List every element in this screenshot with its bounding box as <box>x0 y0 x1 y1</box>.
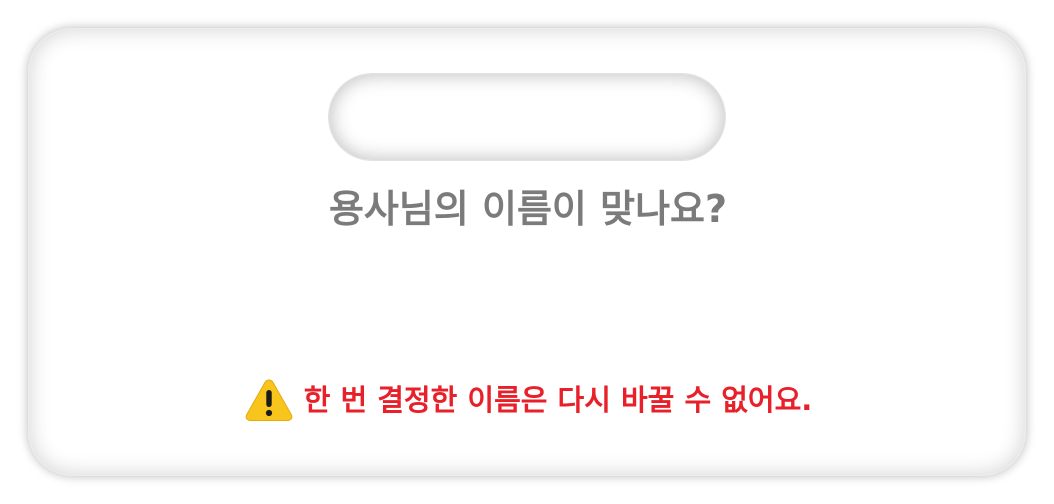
name-confirm-dialog: 용사님의 이름이 맞나요? 한 번 결정한 이름은 다시 바꿀 수 없어요. <box>28 28 1026 476</box>
confirm-question: 용사님의 이름이 맞나요? <box>328 187 728 231</box>
warning-message: 한 번 결정한 이름은 다시 바꿀 수 없어요. <box>29 377 1027 423</box>
warning-text: 한 번 결정한 이름은 다시 바꿀 수 없어요. <box>303 383 813 417</box>
warning-triangle-icon <box>245 379 293 421</box>
name-input[interactable] <box>328 73 726 161</box>
